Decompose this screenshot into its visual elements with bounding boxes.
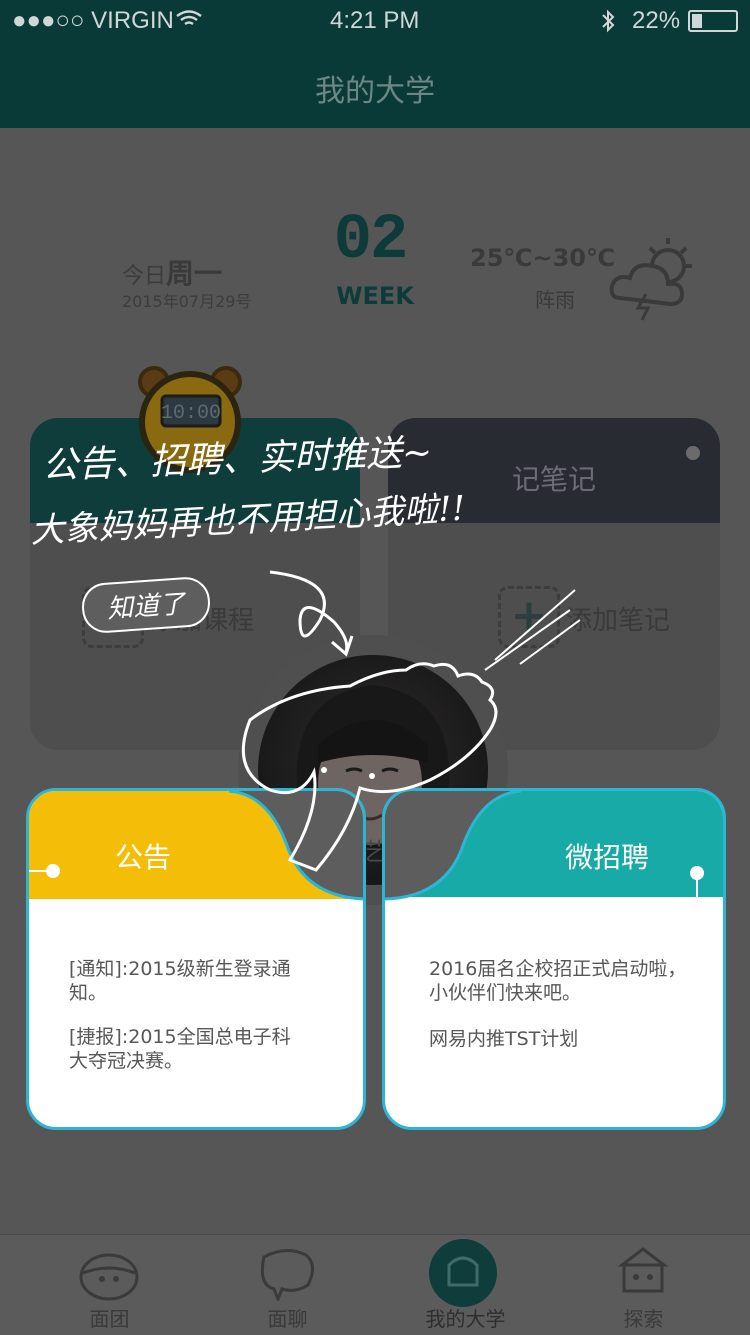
hand-drawn-arrow-hand (241, 570, 581, 872)
clock: 4:21 PM (330, 7, 420, 34)
nav-bar: 我的大学 (0, 40, 750, 128)
tab-dough[interactable]: 面团 (16, 1235, 203, 1335)
dismiss-button[interactable]: 知道了 (80, 575, 212, 635)
dough-icon (79, 1253, 139, 1301)
battery-percent: 22% (632, 7, 681, 34)
tab-explore-label: 探索 (623, 1307, 664, 1331)
svg-text:10:00: 10:00 (161, 402, 221, 425)
notice-item-1[interactable]: [通知]:2015级新生登录通知。 (69, 957, 309, 1005)
tab-bar: 面团 面聊 我的大学 探索 (0, 1234, 750, 1335)
tab-university[interactable]: 我的大学 (372, 1235, 559, 1335)
recruit-item-1[interactable]: 2016届名企校招正式启动啦，小伙伴们快来吧。 (429, 957, 689, 1005)
carrier-label: ●●●○○ VIRGIN (12, 7, 174, 34)
tab-explore[interactable]: 探索 (550, 1235, 737, 1335)
dismiss-label: 知道了 (106, 589, 187, 625)
notice-item-2[interactable]: [捷报]:2015全国总电子科大夺冠决赛。 (69, 1025, 309, 1073)
page-title: 我的大学 (315, 74, 435, 109)
tab-chat[interactable]: 面聊 (194, 1235, 381, 1335)
notice-dot (46, 864, 60, 878)
recruit-connector (696, 879, 698, 897)
battery-icon (688, 10, 738, 32)
recruit-item-2[interactable]: 网易内推TST计划 (429, 1027, 689, 1051)
explore-icon (617, 1247, 669, 1293)
temperature: 25℃~30℃ (470, 244, 616, 272)
bluetooth-icon (602, 9, 615, 33)
university-icon (429, 1239, 497, 1307)
elephant-icon (260, 1249, 314, 1301)
recruit-dot (690, 866, 704, 880)
full-date: 2015年07月29号 (122, 292, 252, 311)
wifi-icon (176, 10, 202, 25)
notice-card-title: 公告 (115, 841, 172, 874)
week-label: WEEK (336, 282, 414, 310)
week-number: 02 (333, 205, 409, 277)
weather-storm-icon (609, 238, 692, 321)
weekday-label: 今日周一 (122, 257, 223, 290)
tab-university-label: 我的大学 (425, 1307, 506, 1331)
status-bar: ●●●○○ VIRGIN 4:21 PM 22% (0, 0, 750, 40)
tab-chat-label: 面聊 (267, 1307, 308, 1331)
tab-dough-label: 面团 (89, 1307, 130, 1331)
notes-card-dot (686, 446, 700, 460)
